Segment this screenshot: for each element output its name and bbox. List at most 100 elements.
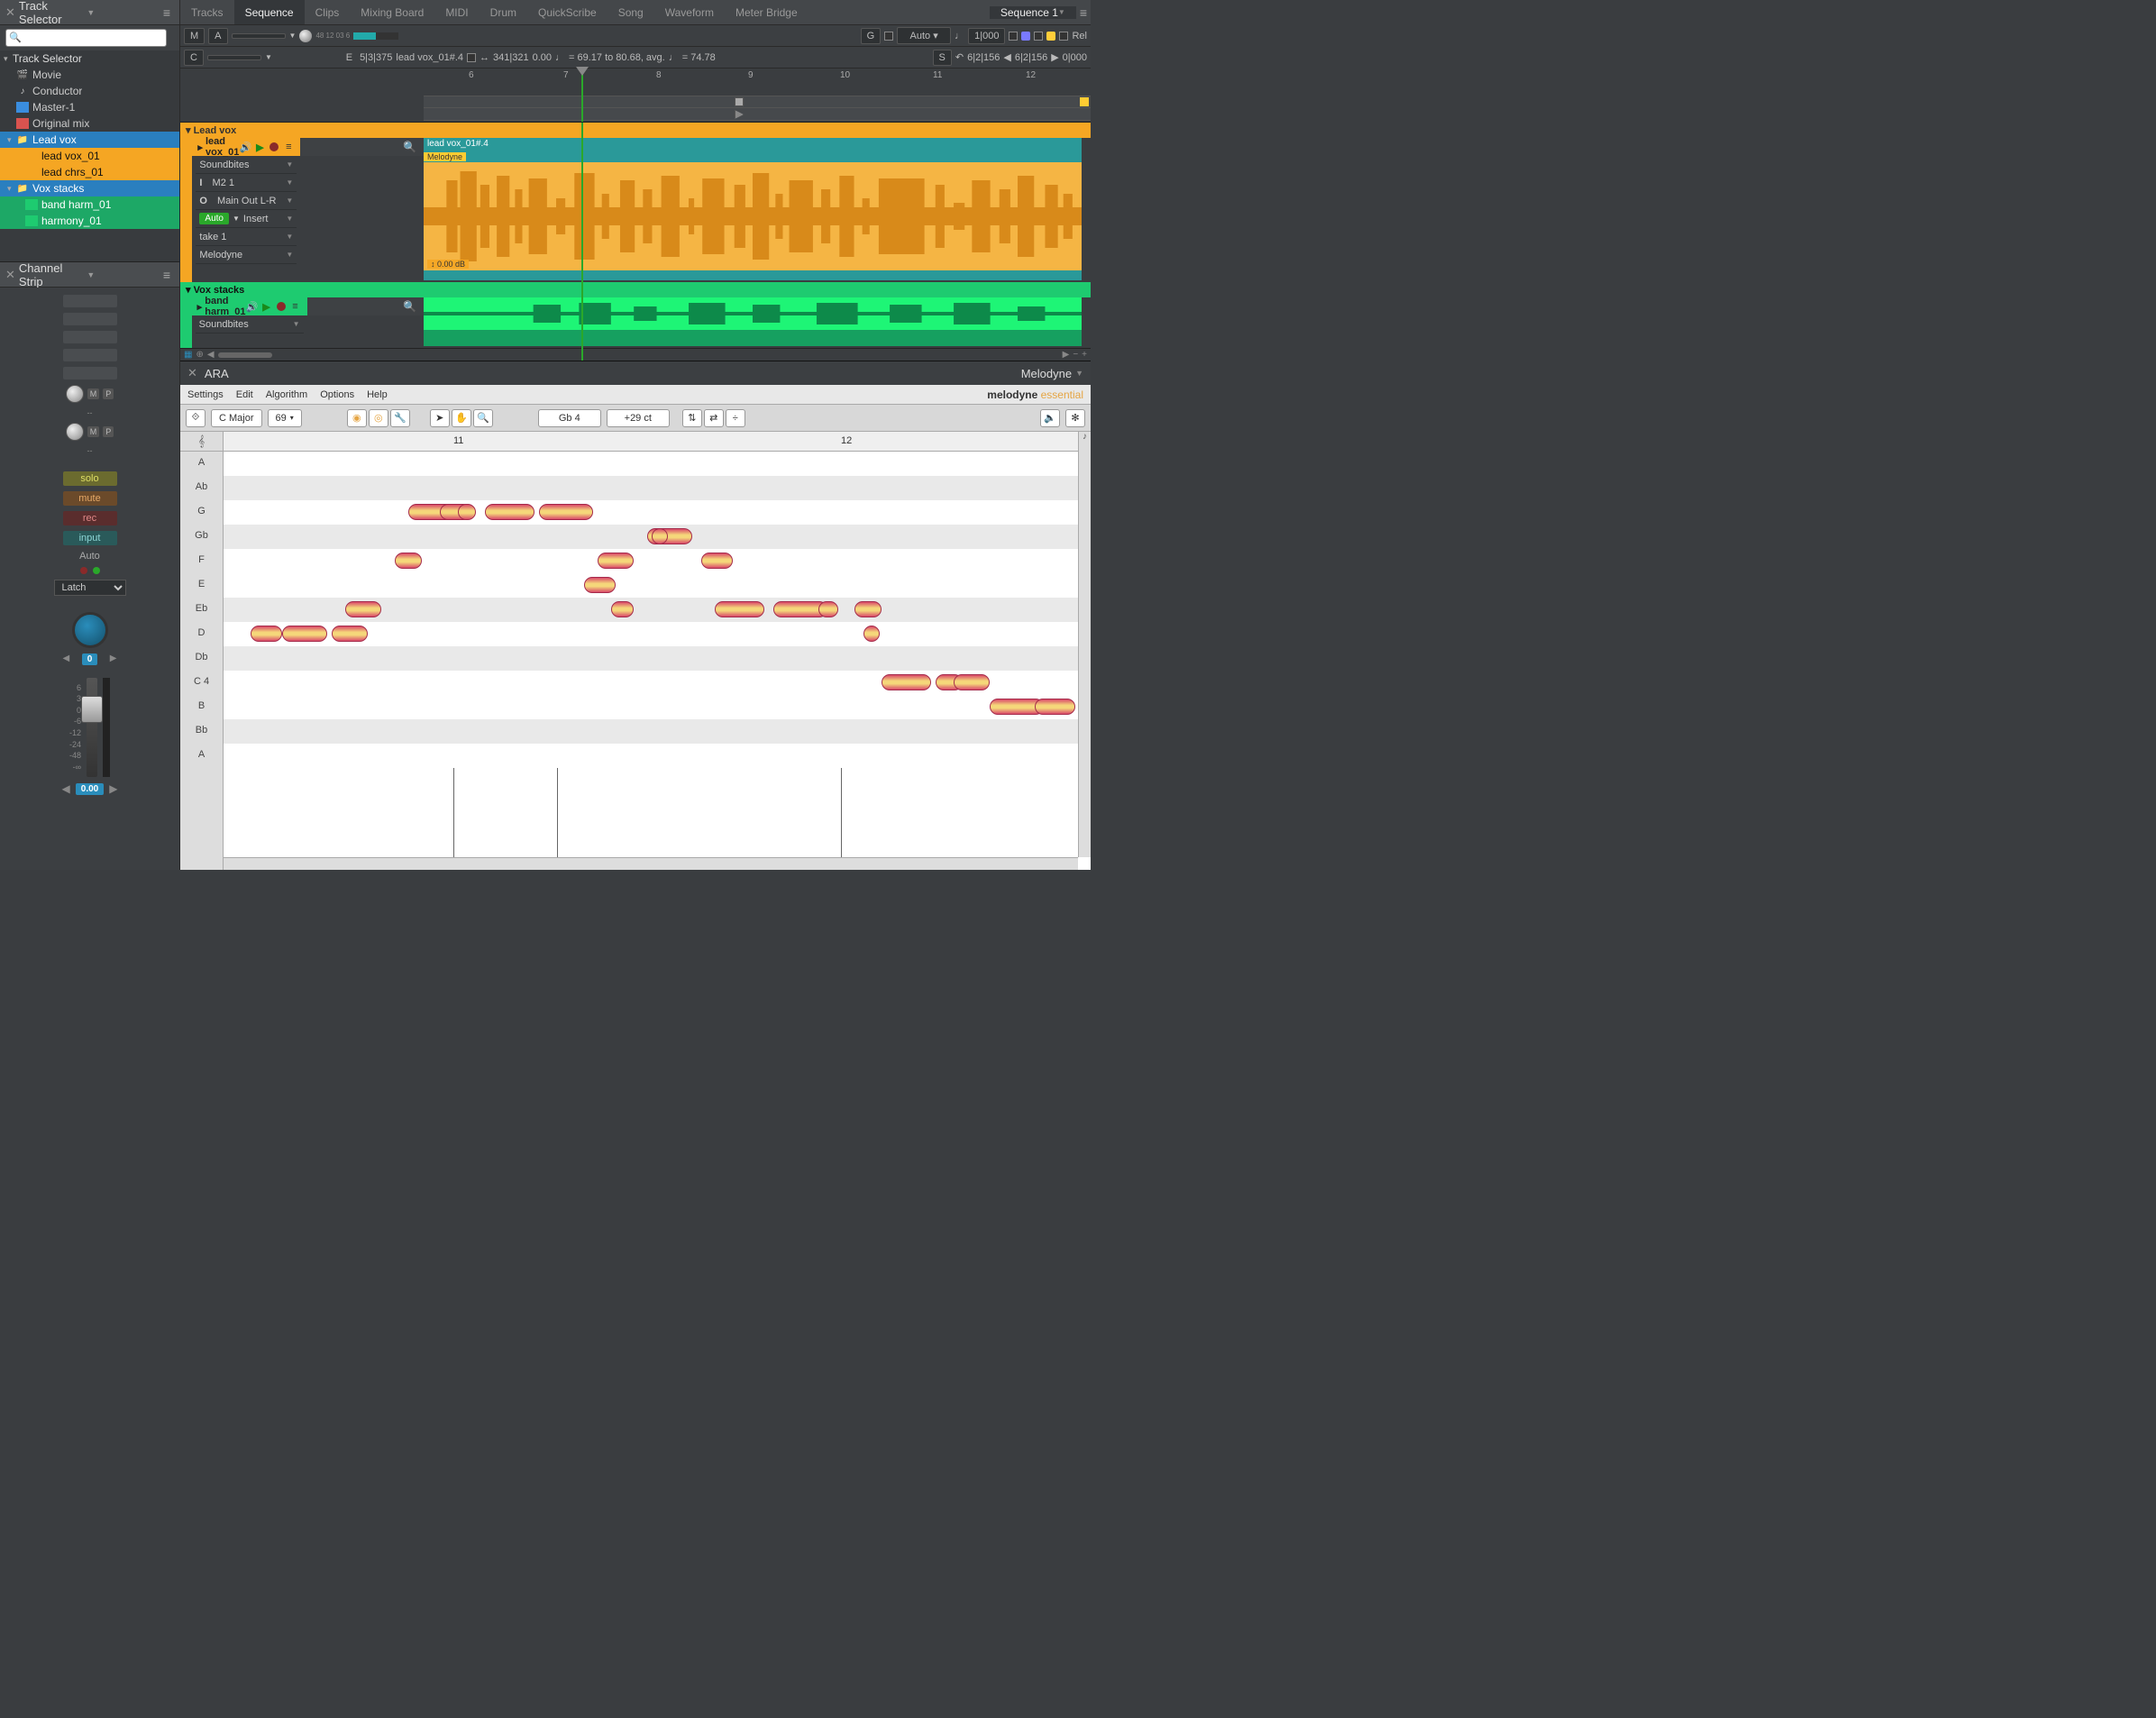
slider[interactable]	[353, 32, 398, 40]
tree-folder[interactable]: ▾📁Vox stacks	[0, 180, 179, 196]
take-select[interactable]: take 1▼	[196, 228, 297, 246]
auto-button[interactable]: Auto	[199, 213, 229, 224]
search-icon[interactable]: 🔍	[403, 141, 416, 153]
tab-midi[interactable]: MIDI	[434, 0, 479, 24]
plus-icon[interactable]: +	[1082, 350, 1087, 360]
pitch-blob[interactable]	[332, 626, 368, 642]
automation-mode-select[interactable]: Latch	[54, 580, 126, 596]
solo-button[interactable]: solo	[63, 471, 117, 486]
chevron-down-icon[interactable]: ▼	[1075, 369, 1083, 378]
sequence-menu[interactable]: Sequence 1 ▼	[990, 6, 1076, 19]
tab-drum[interactable]: Drum	[480, 0, 527, 24]
menu-icon[interactable]: ≡	[289, 300, 302, 313]
auto-select[interactable]: Auto ▾	[897, 27, 951, 44]
menu-icon[interactable]: ≡	[160, 5, 174, 20]
key-select[interactable]: C Major	[211, 409, 262, 427]
chevron-down-icon[interactable]: ▼	[87, 8, 95, 17]
menu-settings[interactable]: Settings	[187, 389, 224, 400]
mute-send-button[interactable]: M	[87, 388, 100, 399]
blob-tool-icon[interactable]: ◉	[347, 409, 367, 427]
timeline-ruler[interactable]: 6 7 8 9 10 11 12	[180, 69, 1091, 123]
tree-item[interactable]: lead chrs_01	[0, 164, 179, 180]
soundbites-select[interactable]: Soundbites▼	[196, 156, 297, 174]
pan-left-icon[interactable]: ◀	[63, 653, 70, 665]
tab-meter-bridge[interactable]: Meter Bridge	[725, 0, 808, 24]
time-ruler[interactable]: 11 12	[224, 432, 1078, 452]
h-scrollbar[interactable]	[218, 352, 272, 358]
insert-button[interactable]: Insert	[243, 214, 269, 224]
pitch-blob[interactable]	[395, 553, 422, 569]
pointer-tool-icon[interactable]: ➤	[430, 409, 450, 427]
swap-icon[interactable]: ↔	[480, 52, 489, 63]
g-button[interactable]: G	[861, 28, 882, 44]
speaker-icon[interactable]: 🔈	[1040, 409, 1060, 427]
c-button[interactable]: C	[184, 50, 204, 66]
s-button[interactable]: S	[933, 50, 952, 66]
pitch-blob[interactable]	[1035, 699, 1075, 715]
tab-clips[interactable]: Clips	[305, 0, 351, 24]
pitch-blob[interactable]	[863, 626, 880, 642]
tab-song[interactable]: Song	[608, 0, 654, 24]
plugin-select[interactable]: Melodyne▼	[196, 246, 297, 264]
pan-knob[interactable]	[72, 612, 108, 648]
zoom-tool-icon[interactable]: 🔍	[473, 409, 493, 427]
clip-gain[interactable]: ↕ 0.00 dB	[427, 260, 469, 269]
rec-icon[interactable]	[275, 300, 288, 313]
pitch-blob[interactable]	[701, 553, 733, 569]
nav-right-icon[interactable]: ▶	[1063, 350, 1070, 360]
arrow-left-icon[interactable]: ◀	[1003, 51, 1010, 63]
mute-button[interactable]: mute	[63, 491, 117, 506]
chevron-down-icon[interactable]: ▼	[87, 270, 95, 279]
rec-button[interactable]: rec	[63, 511, 117, 525]
menu-icon[interactable]: ≡	[282, 141, 295, 153]
tree-item[interactable]: ♪Conductor	[0, 83, 179, 99]
track-header[interactable]: ▸ lead vox_01 🔊 ▶ ≡	[192, 138, 300, 156]
pan-right-icon[interactable]: ▶	[110, 653, 117, 665]
fader[interactable]	[87, 678, 97, 777]
tree-item[interactable]: band harm_01	[0, 196, 179, 213]
pitch-blob[interactable]	[954, 674, 990, 690]
tab-mixing-board[interactable]: Mixing Board	[350, 0, 434, 24]
pitch-blob[interactable]	[598, 553, 634, 569]
close-icon[interactable]: ✕	[187, 366, 197, 380]
pitch-blob[interactable]	[485, 504, 534, 520]
speaker-icon[interactable]: 🔊	[239, 141, 251, 153]
tree-item[interactable]: lead vox_01	[0, 148, 179, 164]
pitch-blob[interactable]	[251, 626, 282, 642]
menu-algorithm[interactable]: Algorithm	[266, 389, 307, 400]
insert-slot[interactable]	[63, 313, 117, 325]
mute-send-button[interactable]: M	[87, 426, 100, 437]
speaker-icon[interactable]: 🔊	[246, 300, 259, 313]
tab-tracks[interactable]: Tracks	[180, 0, 234, 24]
pitch-blob[interactable]	[715, 601, 764, 617]
checkbox[interactable]	[467, 53, 476, 62]
output-select[interactable]: O Main Out L-R▼	[196, 192, 297, 210]
rec-icon[interactable]	[268, 141, 280, 153]
h-scrollbar[interactable]	[224, 857, 1078, 870]
slot[interactable]	[232, 33, 286, 39]
pitch-blob[interactable]	[539, 504, 593, 520]
send-knob[interactable]	[66, 423, 84, 441]
track-header[interactable]: ▸ band harm_01 🔊 ▶ ≡	[192, 297, 307, 315]
track-folder-header[interactable]: ▾ Lead vox	[180, 123, 1091, 138]
input-select[interactable]: I M2 1▼	[196, 174, 297, 192]
pitch-blob[interactable]	[854, 601, 882, 617]
close-icon[interactable]: ✕	[5, 5, 15, 20]
tree-item[interactable]: 🎬Movie	[0, 67, 179, 83]
knob[interactable]	[299, 30, 312, 42]
menu-icon[interactable]: ≡	[1076, 5, 1091, 20]
undo-icon[interactable]: ↶	[955, 51, 964, 63]
tree-item[interactable]: harmony_01	[0, 213, 179, 229]
menu-edit[interactable]: Edit	[236, 389, 253, 400]
track-folder-header[interactable]: ▾ Vox stacks	[180, 282, 1091, 297]
pitch-macro-icon[interactable]: ⇅	[682, 409, 702, 427]
tab-quickscribe[interactable]: QuickScribe	[527, 0, 608, 24]
pitch-blob[interactable]	[882, 674, 931, 690]
checkbox[interactable]	[1009, 32, 1018, 41]
loop-handle[interactable]	[735, 97, 744, 106]
checkbox[interactable]	[1059, 32, 1068, 41]
tool-icon[interactable]: ⟐	[186, 409, 206, 427]
pitch-blob[interactable]	[458, 504, 476, 520]
pitch-blob[interactable]	[611, 601, 634, 617]
insert-slot[interactable]	[63, 367, 117, 379]
